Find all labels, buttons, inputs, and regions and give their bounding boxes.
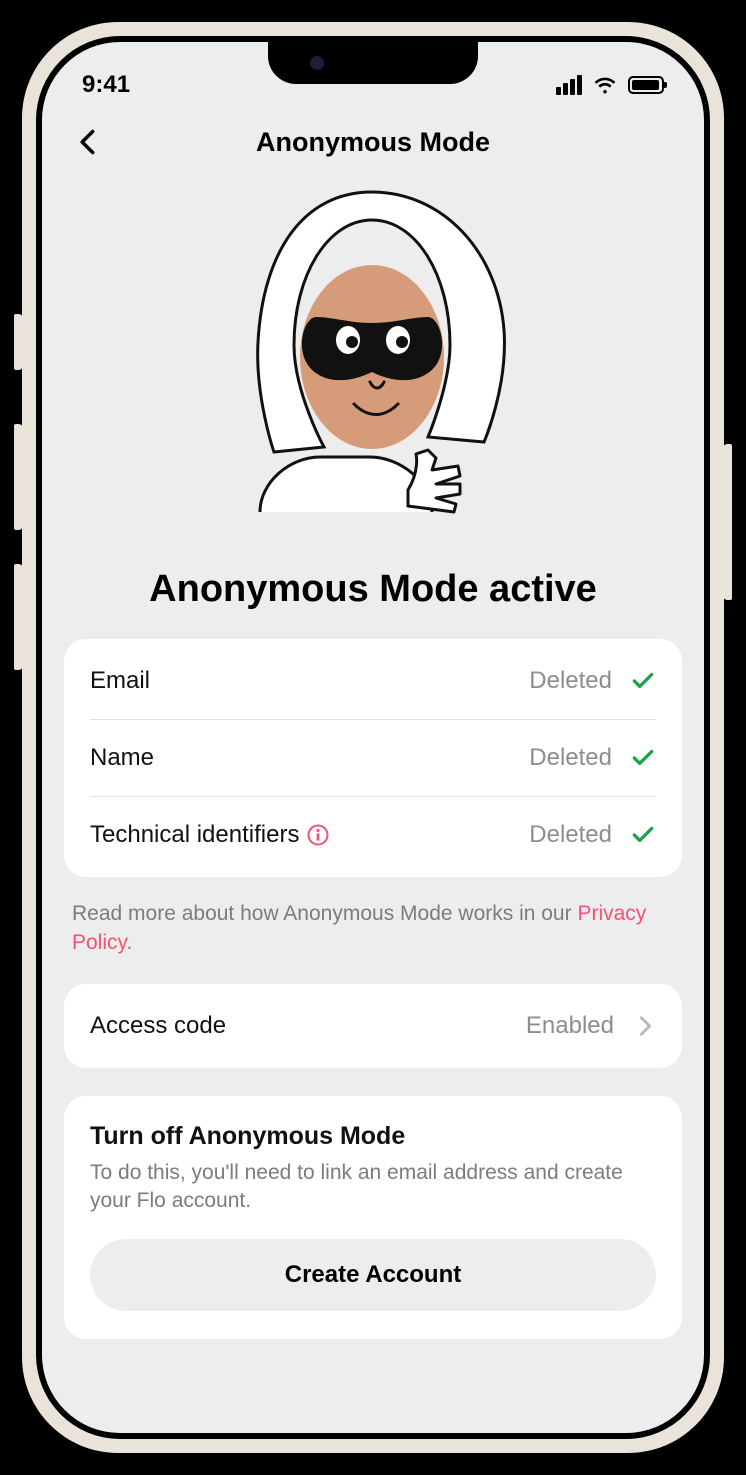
phone-bezel: 9:41 [36, 36, 710, 1439]
main-title: Anonymous Mode active [64, 546, 682, 639]
phone-frame: 9:41 [22, 22, 724, 1453]
side-button-volume-up [12, 422, 22, 532]
row-email: Email Deleted [90, 643, 656, 720]
row-tech-ids-label: Technical identifiers [90, 821, 329, 849]
screen: 9:41 [42, 42, 704, 1433]
privacy-footnote: Read more about how Anonymous Mode works… [64, 877, 682, 984]
turn-off-subtitle: To do this, you'll need to link an email… [90, 1159, 656, 1216]
row-access-code-value: Enabled [526, 1012, 614, 1040]
chevron-right-icon [634, 1015, 656, 1037]
check-icon [630, 745, 656, 771]
status-time: 9:41 [82, 71, 130, 99]
row-tech-ids: Technical identifiers Deleted [90, 797, 656, 873]
row-name-value: Deleted [529, 744, 612, 772]
row-email-label: Email [90, 667, 150, 695]
page-title: Anonymous Mode [42, 127, 704, 158]
cellular-icon [556, 75, 582, 95]
row-access-code[interactable]: Access code Enabled [90, 988, 656, 1064]
create-account-button[interactable]: Create Account [90, 1239, 656, 1311]
info-icon[interactable] [307, 824, 329, 846]
status-card: Email Deleted Name Deleted [64, 639, 682, 877]
row-name-label: Name [90, 744, 154, 772]
notch [268, 42, 478, 84]
side-button-silent [12, 312, 22, 372]
row-email-value: Deleted [529, 667, 612, 695]
row-tech-ids-value: Deleted [529, 821, 612, 849]
check-icon [630, 668, 656, 694]
wifi-icon [592, 75, 618, 95]
back-button[interactable] [68, 122, 108, 162]
side-button-volume-dn [12, 562, 22, 672]
access-code-card: Access code Enabled [64, 984, 682, 1068]
chevron-left-icon [74, 128, 102, 156]
row-access-code-label: Access code [90, 1012, 226, 1040]
nav-bar: Anonymous Mode [42, 112, 704, 174]
battery-icon [628, 76, 664, 94]
turn-off-title: Turn off Anonymous Mode [90, 1122, 656, 1151]
turn-off-card: Turn off Anonymous Mode To do this, you'… [64, 1096, 682, 1340]
check-icon [630, 822, 656, 848]
row-name: Name Deleted [90, 720, 656, 797]
side-button-power [724, 442, 734, 602]
hero-illustration [64, 174, 682, 546]
